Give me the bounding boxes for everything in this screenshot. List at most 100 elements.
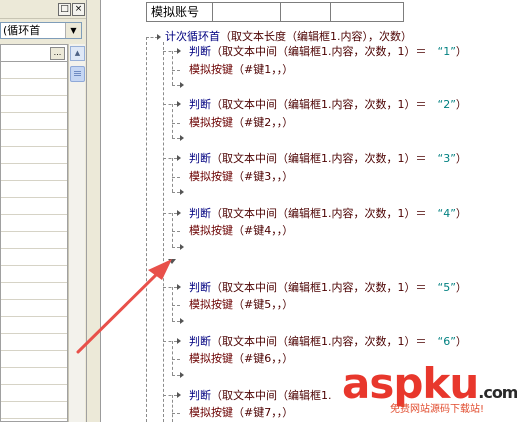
flow-arrow-icon: [177, 338, 181, 344]
keypress-statement[interactable]: 模拟按键（#键1，，）: [189, 63, 293, 76]
vertical-scrollbar[interactable]: ▲: [68, 44, 85, 422]
judge-keyword: 判断: [189, 152, 211, 165]
scroll-up-icon[interactable]: ▲: [70, 46, 85, 61]
judge-statement[interactable]: 判断（取文本中间（编辑框1.内容，次数，1）＝ “6”）: [189, 335, 467, 348]
property-row[interactable]: [1, 181, 67, 198]
close-paren: ）: [455, 335, 467, 348]
grip-line: [74, 71, 81, 72]
judge-keyword: 判断: [189, 281, 211, 294]
property-row[interactable]: [1, 402, 67, 419]
string-literal: “5”: [437, 281, 456, 294]
string-literal: “3”: [437, 152, 456, 165]
loop-statement[interactable]: 计次循环首（取文本长度（编辑框1.内容），次数）: [165, 30, 412, 43]
ellipsis-button[interactable]: ...: [50, 47, 65, 60]
judge-keyword: 判断: [189, 98, 211, 111]
loop-body-line: [146, 37, 147, 422]
keypress-args: （#键3，，）: [233, 170, 294, 183]
keypress-statement[interactable]: 模拟按键（#键3，，）: [189, 170, 293, 183]
flow-arrow-icon: [177, 48, 181, 54]
property-row[interactable]: [1, 130, 67, 147]
panel-title-bar: □ ×: [0, 0, 86, 19]
judge-condition: （取文本中间（编辑框1.内容，次数，1）＝: [211, 98, 427, 111]
property-row[interactable]: [1, 317, 67, 334]
flow-arrow-icon: [177, 101, 181, 107]
judge-statement[interactable]: 判断（取文本中间（编辑框1.内容，次数，1）＝ “3”）: [189, 152, 467, 165]
flow-arrow-icon: [180, 82, 184, 88]
keypress-args: （#键6，，）: [233, 352, 294, 365]
splitter[interactable]: [87, 0, 101, 422]
property-row[interactable]: [1, 198, 67, 215]
flow-arrow-icon: [180, 372, 184, 378]
close-button[interactable]: ×: [72, 3, 85, 16]
property-row[interactable]: [1, 62, 67, 79]
keypress-args: （#键2，，）: [233, 116, 294, 129]
keypress-statement[interactable]: 模拟按键（#键6，，）: [189, 352, 293, 365]
keypress-command: 模拟按键: [189, 116, 233, 129]
inner-flow-line: [163, 42, 164, 422]
property-row[interactable]: [1, 351, 67, 368]
header-cell[interactable]: [281, 3, 331, 21]
judge-statement[interactable]: 判断（取文本中间（编辑框1.内容，次数，1）＝ “5”）: [189, 281, 467, 294]
keypress-args: （#键4，，）: [233, 224, 294, 237]
property-row[interactable]: [1, 147, 67, 164]
judge-condition: （取文本中间（编辑框1.: [211, 389, 332, 402]
keypress-args: （#键1，，）: [233, 63, 294, 76]
property-row[interactable]: [1, 368, 67, 385]
property-row[interactable]: [1, 334, 67, 351]
judge-statement[interactable]: 判断（取文本中间（编辑框1.内容，次数，1）＝ “2”）: [189, 98, 467, 111]
grip-line: [74, 75, 81, 76]
property-row[interactable]: [1, 113, 67, 130]
judge-condition: （取文本中间（编辑框1.内容，次数，1）＝: [211, 281, 427, 294]
flow-arrow-icon: [177, 284, 181, 290]
flow-arrow-icon: [180, 135, 184, 141]
keypress-command: 模拟按键: [189, 352, 233, 365]
keypress-statement[interactable]: 模拟按键（#键5，，）: [189, 298, 293, 311]
property-grid: ...: [0, 44, 68, 422]
judge-keyword: 判断: [189, 335, 211, 348]
keypress-statement[interactable]: 模拟按键（#键2，，）: [189, 116, 293, 129]
keypress-command: 模拟按键: [189, 63, 233, 76]
property-row[interactable]: [1, 164, 67, 181]
keypress-command: 模拟按键: [189, 224, 233, 237]
keypress-command: 模拟按键: [189, 406, 233, 419]
keypress-statement[interactable]: 模拟按键（#键7，，）: [189, 406, 293, 419]
flow-arrow-icon: [157, 34, 161, 40]
scroll-thumb[interactable]: [70, 66, 85, 82]
judge-statement[interactable]: 判断（取文本中间（编辑框1.内容，次数，1）＝ “4”）: [189, 207, 467, 220]
property-row[interactable]: [1, 232, 67, 249]
watermark-logo: aspku.com 免费网站源码下载站!: [342, 362, 517, 417]
header-cell[interactable]: [213, 3, 281, 21]
property-row[interactable]: [1, 300, 67, 317]
judge-condition: （取文本中间（编辑框1.内容，次数，1）＝: [211, 335, 427, 348]
property-row[interactable]: [1, 385, 67, 402]
string-literal: “2”: [437, 98, 456, 111]
close-paren: ）: [455, 45, 467, 58]
header-cell-name[interactable]: 模拟账号: [147, 3, 213, 21]
judge-statement[interactable]: 判断（取文本中间（编辑框1.内容，次数，1）＝ “1”）: [189, 45, 467, 58]
string-literal: “6”: [437, 335, 456, 348]
close-paren: ）: [455, 152, 467, 165]
keypress-args: （#键5，，）: [233, 298, 294, 311]
chevron-down-icon[interactable]: ▼: [65, 23, 81, 38]
object-selector-combo[interactable]: (循环首 ▼: [0, 22, 82, 39]
restore-button[interactable]: □: [58, 3, 71, 16]
judge-condition: （取文本中间（编辑框1.内容，次数，1）＝: [211, 45, 427, 58]
property-row-selected[interactable]: ...: [1, 45, 67, 62]
keypress-command: 模拟按键: [189, 170, 233, 183]
header-cell[interactable]: [331, 3, 403, 21]
watermark-subtitle: 免费网站源码下载站!: [390, 404, 485, 415]
property-row[interactable]: [1, 249, 67, 266]
property-row[interactable]: [1, 283, 67, 300]
flow-arrow-icon: [177, 210, 181, 216]
judge-keyword: 判断: [189, 45, 211, 58]
property-row[interactable]: [1, 215, 67, 232]
judge-statement[interactable]: 判断（取文本中间（编辑框1.: [189, 389, 332, 402]
property-row[interactable]: [1, 266, 67, 283]
property-row[interactable]: [1, 79, 67, 96]
judge-keyword: 判断: [189, 207, 211, 220]
keypress-statement[interactable]: 模拟按键（#键4，，）: [189, 224, 293, 237]
loop-return-icon: [168, 259, 176, 264]
property-row[interactable]: [1, 96, 67, 113]
close-paren: ）: [455, 207, 467, 220]
loop-keyword: 计次循环首: [165, 30, 220, 43]
